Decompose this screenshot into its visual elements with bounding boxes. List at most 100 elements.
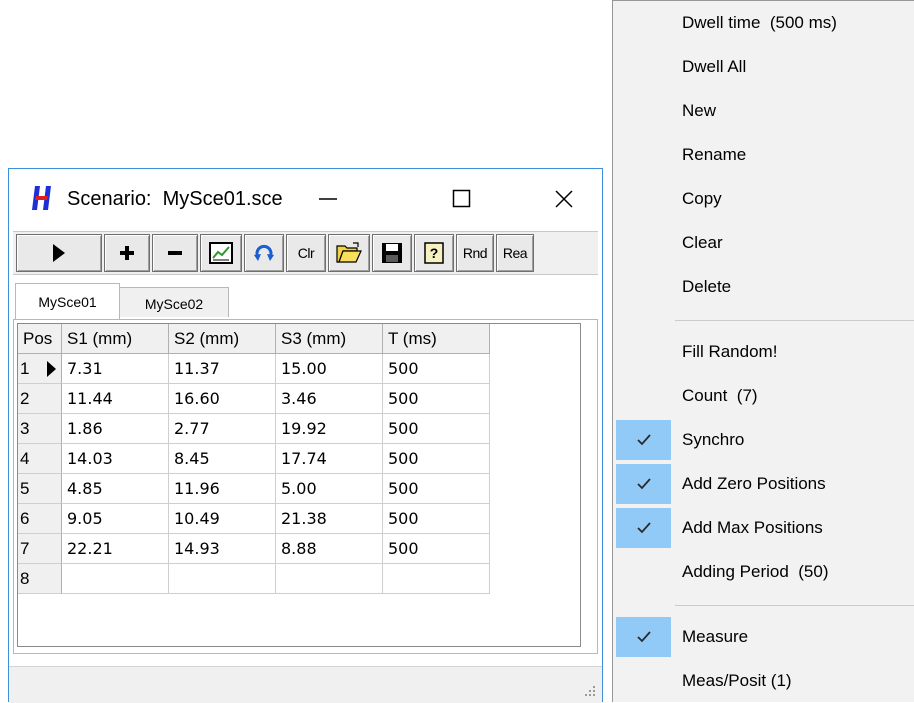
menu-item-label: Add Max Positions (682, 518, 823, 537)
grid-cell[interactable]: 21.38 (276, 504, 383, 534)
menu-separator (675, 320, 914, 321)
chart-button[interactable] (200, 234, 242, 272)
add-button[interactable] (104, 234, 150, 272)
grid-cell[interactable]: 1.86 (62, 414, 169, 444)
grid-cell[interactable]: 16.60 (169, 384, 276, 414)
grid-cell[interactable]: 500 (383, 444, 490, 474)
grid-cell[interactable]: 500 (383, 414, 490, 444)
menu-item-meas-posit-1[interactable]: Meas/Posit (1) (613, 659, 914, 703)
menu-item-label: Delete (682, 277, 732, 296)
grid-cell[interactable]: 14.93 (169, 534, 276, 564)
menu-item-count-7[interactable]: Count (7) (613, 374, 914, 418)
menu-item-adding-period-50[interactable]: Adding Period (50) (613, 550, 914, 594)
menu-item-label: Copy (682, 189, 722, 208)
minimize-button[interactable] (309, 181, 349, 217)
row-number-cell[interactable]: 2 (18, 384, 62, 414)
column-header[interactable]: S3 (mm) (276, 324, 383, 354)
menu-item-dwell-all[interactable]: Dwell All (613, 45, 914, 89)
column-header[interactable]: Pos (18, 324, 62, 354)
row-number-cell[interactable]: 5 (18, 474, 62, 504)
current-row-pointer-icon (47, 361, 56, 377)
tab-mysce01[interactable]: MySce01 (15, 283, 120, 319)
help-button[interactable]: ? (414, 234, 454, 272)
grid-cell[interactable]: 4.85 (62, 474, 169, 504)
menu-separator (675, 605, 914, 606)
grid-cell[interactable]: 5.00 (276, 474, 383, 504)
row-number-cell[interactable]: 7 (18, 534, 62, 564)
refresh-button[interactable] (244, 234, 284, 272)
menu-item-dwell-time-500-ms[interactable]: Dwell time (500 ms) (613, 1, 914, 45)
grid-cell[interactable]: 2.77 (169, 414, 276, 444)
row-number-cell[interactable]: 6 (18, 504, 62, 534)
grid-cell[interactable]: 7.31 (62, 354, 169, 384)
save-button[interactable] (372, 234, 412, 272)
grid-cell[interactable]: 22.21 (62, 534, 169, 564)
tab-mysce02[interactable]: MySce02 (119, 287, 229, 317)
play-button[interactable] (16, 234, 102, 272)
grid-cell[interactable]: 10.49 (169, 504, 276, 534)
grid-cell[interactable]: 8.88 (276, 534, 383, 564)
minus-icon (168, 251, 182, 255)
grid-cell[interactable]: 500 (383, 354, 490, 384)
menu-item-copy[interactable]: Copy (613, 177, 914, 221)
close-button[interactable] (544, 181, 584, 217)
minimize-icon (319, 198, 337, 200)
menu-item-new[interactable]: New (613, 89, 914, 133)
checkmark-icon (616, 508, 671, 548)
grid-cell[interactable]: 19.92 (276, 414, 383, 444)
floppy-disk-icon (382, 243, 402, 263)
grid-cell[interactable] (276, 564, 383, 594)
grid-cell[interactable] (62, 564, 169, 594)
grid-cell[interactable] (383, 564, 490, 594)
tab-pane: Pos S1 (mm) S2 (mm) S3 (mm) T (ms) 1 7.31 11.37… (13, 319, 598, 654)
menu-item-rename[interactable]: Rename (613, 133, 914, 177)
folder-open-icon (336, 242, 362, 263)
menu-item-add-zero-positions[interactable]: Add Zero Positions (613, 462, 914, 506)
window-title: Scenario: MySce01.sce (67, 188, 283, 210)
grid-cell[interactable]: 14.03 (62, 444, 169, 474)
grid-cell[interactable]: 500 (383, 504, 490, 534)
grid-cell[interactable]: 11.96 (169, 474, 276, 504)
column-header[interactable]: S1 (mm) (62, 324, 169, 354)
menu-item-clear[interactable]: Clear (613, 221, 914, 265)
grid-cell[interactable]: 11.44 (62, 384, 169, 414)
grid-cell[interactable]: 500 (383, 534, 490, 564)
row-number-cell[interactable]: 3 (18, 414, 62, 444)
column-header[interactable]: T (ms) (383, 324, 490, 354)
open-button[interactable] (328, 234, 370, 272)
positions-grid[interactable]: Pos S1 (mm) S2 (mm) S3 (mm) T (ms) 1 7.31 11.37… (17, 323, 581, 647)
refresh-icon (254, 244, 274, 261)
menu-item-label: Fill Random! (682, 342, 778, 361)
column-header[interactable]: S2 (mm) (169, 324, 276, 354)
read-button[interactable]: Rea (496, 234, 534, 272)
menu-item-fill-random[interactable]: Fill Random! (613, 330, 914, 374)
maximize-button[interactable] (442, 181, 482, 217)
menu-item-add-max-positions[interactable]: Add Max Positions (613, 506, 914, 550)
resize-grip-icon[interactable] (584, 685, 596, 697)
clear-button[interactable]: Clr (286, 234, 326, 272)
checkmark-icon (616, 420, 671, 460)
grid-cell[interactable]: 11.37 (169, 354, 276, 384)
random-button[interactable]: Rnd (456, 234, 494, 272)
grid-cell[interactable]: 8.45 (169, 444, 276, 474)
menu-item-label: Measure (682, 627, 749, 646)
grid-cell[interactable] (169, 564, 276, 594)
grid-cell[interactable]: 17.74 (276, 444, 383, 474)
menu-item-synchro[interactable]: Synchro (613, 418, 914, 462)
menu-item-delete[interactable]: Delete (613, 265, 914, 309)
grid-cell[interactable]: 9.05 (62, 504, 169, 534)
read-button-label: Rea (502, 245, 528, 261)
chart-icon (209, 242, 233, 264)
grid-cell[interactable]: 500 (383, 384, 490, 414)
row-number-cell[interactable]: 8 (18, 564, 62, 594)
grid-cell[interactable]: 15.00 (276, 354, 383, 384)
context-menu: Dwell time (500 ms) Dwell All New Rename Cop… (612, 0, 914, 702)
tab-strip: MySce01 MySce02 (13, 281, 598, 321)
menu-item-measure[interactable]: Measure (613, 615, 914, 659)
grid-cell[interactable]: 3.46 (276, 384, 383, 414)
title-bar[interactable]: Scenario: MySce01.sce (9, 169, 602, 231)
remove-button[interactable] (152, 234, 198, 272)
menu-item-label: Dwell time (500 ms) (682, 13, 837, 32)
grid-cell[interactable]: 500 (383, 474, 490, 504)
row-number-cell[interactable]: 4 (18, 444, 62, 474)
